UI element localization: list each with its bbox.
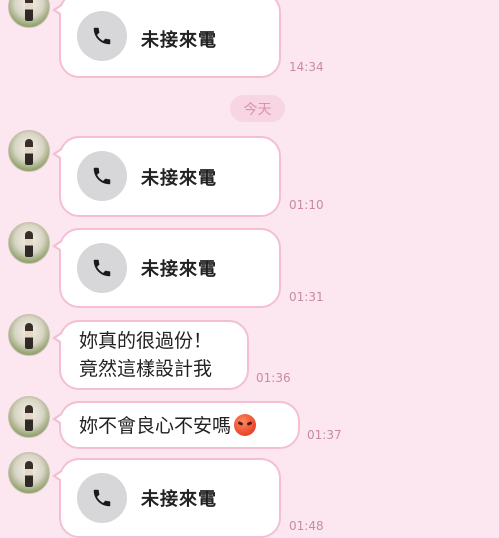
phone-icon xyxy=(77,473,127,523)
message-timestamp: 14:34 xyxy=(289,60,324,74)
phone-icon xyxy=(77,151,127,201)
message-text-line: 妳不會良心不安嗎 xyxy=(79,412,257,440)
contact-avatar[interactable] xyxy=(8,0,50,28)
text-message-bubble[interactable]: 妳真的很過份！ 竟然這樣設計我 xyxy=(52,320,249,390)
missed-call-label: 未接來電 xyxy=(141,167,217,189)
phone-icon xyxy=(77,11,127,61)
missed-call-label: 未接來電 xyxy=(141,30,217,51)
missed-call-label: 未接來電 xyxy=(141,489,217,510)
contact-avatar[interactable] xyxy=(8,222,50,264)
missed-call-bubble[interactable]: 未接來電 xyxy=(52,0,281,78)
message-timestamp: 01:10 xyxy=(289,198,324,212)
contact-avatar[interactable] xyxy=(8,396,50,438)
angry-face-emoji xyxy=(234,414,257,436)
missed-call-bubble[interactable]: 未接來電 xyxy=(52,136,281,217)
text-message-bubble[interactable]: 妳不會良心不安嗎 xyxy=(52,401,300,449)
contact-avatar[interactable] xyxy=(8,452,50,494)
phone-icon xyxy=(77,243,127,293)
message-text-line: 妳真的很過份！ xyxy=(79,330,213,352)
message-timestamp: 01:31 xyxy=(289,290,324,304)
missed-call-bubble[interactable]: 未接來電 xyxy=(52,228,281,308)
date-separator: 今天 xyxy=(230,95,285,122)
missed-call-label: 未接來電 xyxy=(141,259,217,280)
message-timestamp: 01:37 xyxy=(307,428,342,442)
message-timestamp: 01:36 xyxy=(256,371,291,385)
contact-avatar[interactable] xyxy=(8,130,50,172)
message-timestamp: 01:48 xyxy=(289,519,324,533)
message-text-line: 竟然這樣設計我 xyxy=(79,358,213,380)
contact-avatar[interactable] xyxy=(8,314,50,356)
missed-call-bubble[interactable]: 未接來電 xyxy=(52,458,281,538)
